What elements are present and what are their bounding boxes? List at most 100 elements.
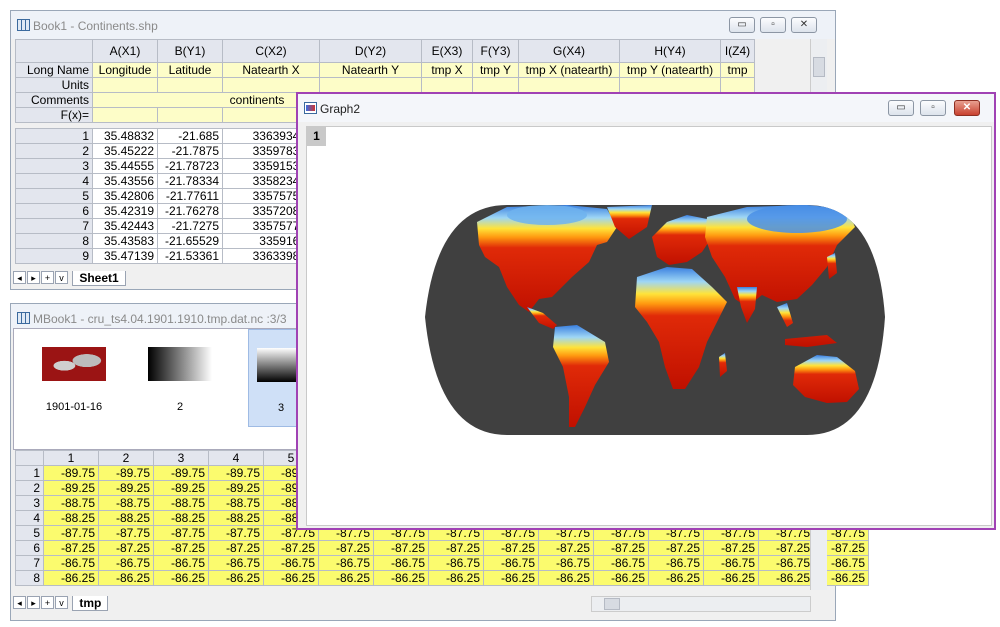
fx-cell[interactable] [92, 107, 158, 123]
matrix-cell[interactable]: -89.75 [208, 465, 264, 481]
graph-page[interactable]: 1 [306, 126, 992, 526]
data-cell[interactable]: 35.42319 [92, 203, 158, 219]
matrix-cell[interactable]: -87.25 [428, 540, 484, 556]
row-label-units[interactable]: Units [15, 77, 93, 93]
matrix-cell[interactable]: -86.25 [758, 570, 814, 586]
matrix-cell[interactable]: -88.75 [208, 495, 264, 511]
matrix-cell[interactable]: -87.25 [483, 540, 539, 556]
matrix-cell[interactable]: -87.75 [153, 525, 209, 541]
scroll-thumb[interactable] [813, 57, 825, 77]
long-name-cell[interactable]: tmp X [421, 62, 473, 78]
data-cell[interactable]: 35.45222 [92, 143, 158, 159]
matrix-cell[interactable]: -86.25 [263, 570, 319, 586]
matrix-cell[interactable]: -87.25 [153, 540, 209, 556]
units-cell[interactable] [518, 77, 620, 93]
column-header[interactable]: I(Z4) [720, 39, 755, 63]
matrix-cell[interactable]: -89.25 [153, 480, 209, 496]
matrix-cell[interactable]: -86.25 [648, 570, 704, 586]
minimize-button[interactable]: ▭ [888, 100, 914, 116]
matrix-cell[interactable]: -88.25 [153, 510, 209, 526]
row-header[interactable]: 7 [15, 218, 93, 234]
fx-cell[interactable] [157, 107, 223, 123]
data-cell[interactable]: -21.77611 [157, 188, 223, 204]
column-header[interactable]: B(Y1) [157, 39, 223, 63]
matrix-cell[interactable]: -88.75 [43, 495, 99, 511]
matrix-cell[interactable]: -86.25 [428, 570, 484, 586]
matrix-cell[interactable]: -86.75 [538, 555, 594, 571]
row-header[interactable]: 8 [15, 570, 44, 586]
long-name-cell[interactable]: tmp X (natearth) [518, 62, 620, 78]
row-header[interactable]: 8 [15, 233, 93, 249]
matrix-cell[interactable]: -86.25 [208, 570, 264, 586]
matrix-cell[interactable]: -88.75 [153, 495, 209, 511]
matrix-cell[interactable]: -87.75 [208, 525, 264, 541]
matrix-cell[interactable]: -87.25 [98, 540, 154, 556]
matrix-cell[interactable]: -87.25 [538, 540, 594, 556]
data-cell[interactable]: 35.42806 [92, 188, 158, 204]
matrix-cell[interactable]: -89.75 [153, 465, 209, 481]
data-cell[interactable]: -21.76278 [157, 203, 223, 219]
matrix-cell[interactable]: -89.75 [98, 465, 154, 481]
column-header[interactable]: A(X1) [92, 39, 158, 63]
matrix-cell[interactable]: -86.75 [648, 555, 704, 571]
data-cell[interactable]: 35.43583 [92, 233, 158, 249]
close-button[interactable]: ✕ [954, 100, 980, 116]
matrix-row[interactable]: 8 -86.25 -86.25 -86.25 -86.25 -86.25 -86.25 -86… [15, 570, 869, 586]
matrix-cell[interactable]: -88.25 [98, 510, 154, 526]
matrix-cell[interactable]: -88.75 [98, 495, 154, 511]
column-header[interactable]: G(X4) [518, 39, 620, 63]
matrix-cell[interactable]: -86.25 [318, 570, 374, 586]
restore-button[interactable]: ▫ [920, 100, 946, 116]
matrix-cell[interactable]: -86.75 [263, 555, 319, 571]
units-cell[interactable] [157, 77, 223, 93]
matrix-cell[interactable]: -88.25 [43, 510, 99, 526]
matrix-cell[interactable]: -88.25 [208, 510, 264, 526]
matrix-cell[interactable]: -86.75 [428, 555, 484, 571]
matrix-cell[interactable]: -86.25 [373, 570, 429, 586]
data-cell[interactable]: -21.53361 [157, 248, 223, 264]
matrix-cell[interactable]: -87.75 [43, 525, 99, 541]
matrix-cell[interactable]: -87.25 [648, 540, 704, 556]
column-header[interactable]: H(Y4) [619, 39, 721, 63]
column-header[interactable]: C(X2) [222, 39, 320, 63]
matrix-cell[interactable]: -87.25 [758, 540, 814, 556]
row-header[interactable]: 5 [15, 525, 44, 541]
matrix-cell[interactable]: -89.25 [98, 480, 154, 496]
matrix-cell[interactable]: -86.75 [98, 555, 154, 571]
matrix-cell[interactable]: -86.25 [483, 570, 539, 586]
matrix-cell[interactable]: -89.25 [43, 480, 99, 496]
long-name-cell[interactable]: Latitude [157, 62, 223, 78]
column-header[interactable]: 1 [43, 450, 99, 466]
column-header[interactable]: 4 [208, 450, 264, 466]
book1-titlebar[interactable]: Book1 - Continents.shp ▭ ▫ ✕ [11, 11, 835, 39]
matrix-cell[interactable]: -89.75 [43, 465, 99, 481]
matrix-cell[interactable]: -86.25 [98, 570, 154, 586]
data-cell[interactable]: 35.43556 [92, 173, 158, 189]
matrix-cell[interactable]: -86.75 [703, 555, 759, 571]
matrix-cell[interactable]: -86.75 [208, 555, 264, 571]
row-label-comments[interactable]: Comments [15, 92, 93, 108]
matrix-cell[interactable]: -86.75 [593, 555, 649, 571]
prev-sheet-button[interactable]: ◂ [13, 271, 26, 284]
scroll-thumb[interactable] [604, 598, 620, 610]
row-label-long-name[interactable]: Long Name [15, 62, 93, 78]
sheet-list-button[interactable]: v [55, 271, 68, 284]
graph2-titlebar[interactable]: Graph2 ▭ ▫ ✕ [298, 94, 994, 122]
row-header[interactable]: 7 [15, 555, 44, 571]
long-name-cell[interactable]: Natearth Y [319, 62, 422, 78]
units-cell[interactable] [720, 77, 755, 93]
row-header[interactable]: 4 [15, 510, 44, 526]
row-header[interactable]: 9 [15, 248, 93, 264]
data-cell[interactable]: 35.48832 [92, 128, 158, 144]
matrix-cell[interactable]: -87.25 [263, 540, 319, 556]
data-cell[interactable]: 35.42443 [92, 218, 158, 234]
units-cell[interactable] [319, 77, 422, 93]
units-cell[interactable] [92, 77, 158, 93]
units-cell[interactable] [619, 77, 721, 93]
corner-cell[interactable] [15, 450, 44, 466]
column-header[interactable]: E(X3) [421, 39, 473, 63]
row-header[interactable]: 3 [15, 495, 44, 511]
matrix-cell[interactable]: -87.25 [593, 540, 649, 556]
data-cell[interactable]: -21.78723 [157, 158, 223, 174]
matrix-cell[interactable]: -87.25 [373, 540, 429, 556]
